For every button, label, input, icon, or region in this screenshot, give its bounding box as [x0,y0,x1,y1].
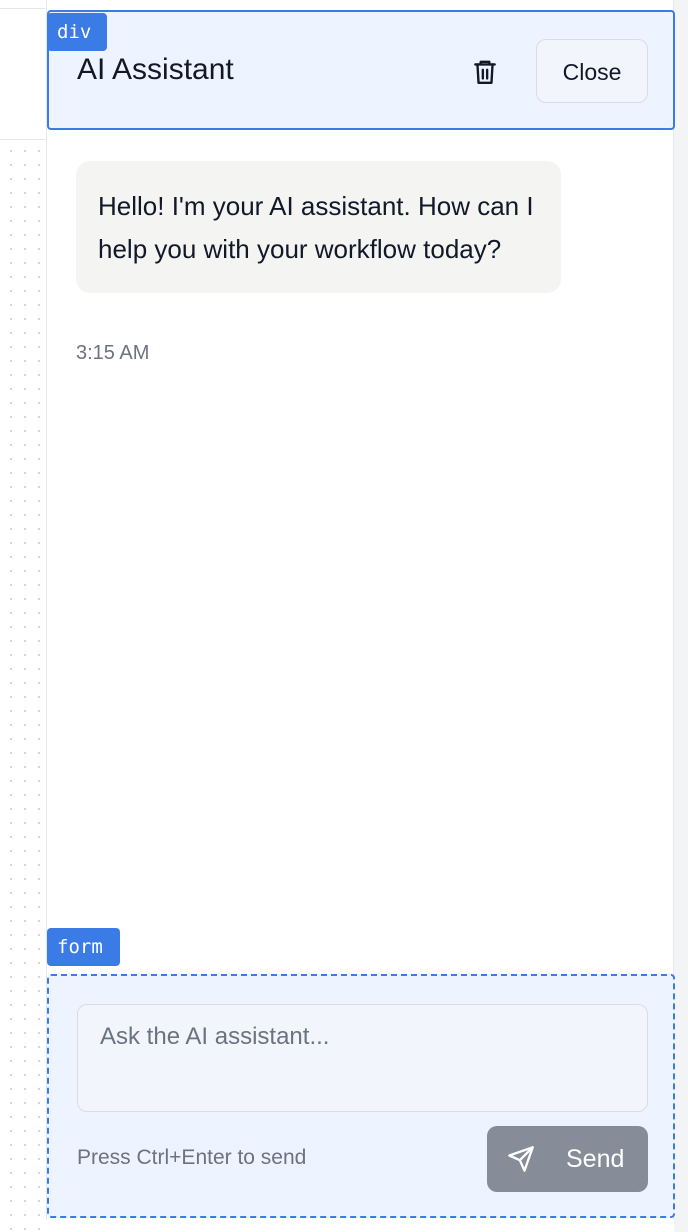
trash-icon [474,60,496,84]
assistant-message-bubble: Hello! I'm your AI assistant. How can I … [76,161,561,293]
scrollbar-gutter [674,0,688,1232]
send-button-label: Send [566,1145,625,1173]
ai-assistant-panel: AI Assistant Close div Hello! I'm your A… [46,0,675,1220]
message-input[interactable] [77,1004,648,1112]
send-shortcut-hint: Press Ctrl+Enter to send [77,1146,307,1169]
send-button[interactable]: Send [487,1126,648,1192]
panel-title: AI Assistant [77,53,234,86]
element-inspector-tag-div: div [47,13,107,51]
element-inspector-tag-form: form [47,928,120,966]
canvas-dot-grid[interactable] [0,140,46,1232]
close-button[interactable]: Close [536,39,648,103]
send-icon [508,1146,534,1172]
message-timestamp: 3:15 AM [76,342,150,364]
workflow-canvas[interactable] [0,0,46,1232]
clear-chat-button[interactable] [465,52,505,92]
panel-header: AI Assistant Close [47,10,675,130]
canvas-top-bar [0,0,46,9]
page: AI Assistant Close div Hello! I'm your A… [0,0,688,1232]
message-list[interactable]: Hello! I'm your AI assistant. How can I … [47,132,675,962]
chat-input-form: Press Ctrl+Enter to send Send [47,974,675,1218]
canvas-toolbar [0,9,46,140]
